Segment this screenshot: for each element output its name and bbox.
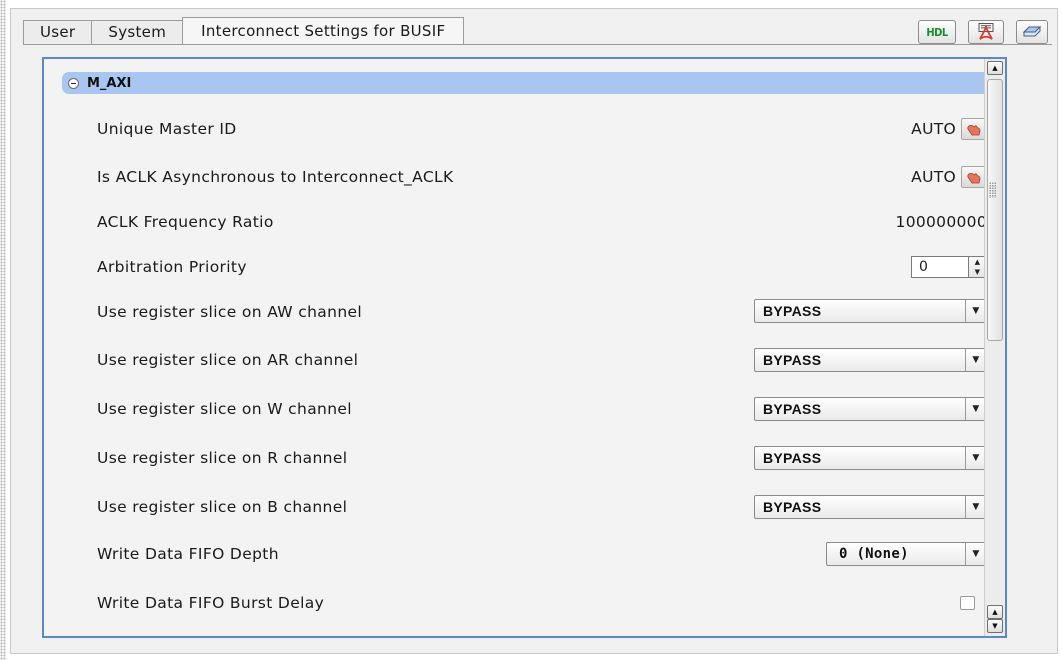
hdl-button[interactable]: HDL: [918, 20, 956, 44]
param-value-ar-register-slice: BYPASS ▼: [754, 348, 987, 372]
layout-icon: [1022, 25, 1042, 37]
param-label-b-register-slice: Use register slice on B channel: [97, 498, 348, 516]
param-value-unique-master-id: AUTO: [911, 118, 987, 140]
scroll-up-icon[interactable]: ▲: [987, 605, 1003, 619]
param-value-aw-register-slice: BYPASS ▼: [754, 299, 987, 323]
scroll-up-icon[interactable]: ▲: [987, 61, 1003, 75]
select-value: BYPASS: [763, 450, 822, 466]
param-value-r-register-slice: BYPASS ▼: [754, 446, 987, 470]
param-label-ar-register-slice: Use register slice on AR channel: [97, 351, 359, 369]
param-value-w-register-slice: BYPASS ▼: [754, 397, 987, 421]
parameters-panel: M_AXI Unique Master ID AUTO Is ACLK Asyn…: [42, 57, 1007, 638]
auto-value: AUTO: [911, 120, 956, 138]
select-value: BYPASS: [763, 303, 822, 319]
param-label-unique-master-id: Unique Master ID: [97, 120, 237, 138]
tab-system[interactable]: System: [91, 20, 184, 44]
pdf-icon: [978, 23, 994, 40]
select-value: BYPASS: [763, 352, 822, 368]
r-register-slice-select[interactable]: BYPASS ▼: [754, 446, 987, 470]
ar-register-slice-select[interactable]: BYPASS ▼: [754, 348, 987, 372]
select-value: BYPASS: [763, 401, 822, 417]
hand-pointer-icon: [967, 172, 981, 184]
param-label-aclk-frequency-ratio: ACLK Frequency Ratio: [97, 213, 274, 231]
param-label-r-register-slice: Use register slice on R channel: [97, 449, 348, 467]
param-value-b-register-slice: BYPASS ▼: [754, 495, 987, 519]
w-register-slice-select[interactable]: BYPASS ▼: [754, 397, 987, 421]
chevron-down-icon[interactable]: ▼: [965, 349, 986, 371]
chevron-down-icon[interactable]: ▼: [965, 543, 986, 565]
param-value-aclk-async: AUTO: [911, 166, 987, 188]
param-value-aclk-frequency-ratio: 100000000: [895, 213, 987, 231]
collapse-icon[interactable]: [68, 77, 79, 89]
param-label-arbitration-priority: Arbitration Priority: [97, 258, 247, 276]
group-title: M_AXI: [87, 75, 132, 91]
chevron-down-icon[interactable]: ▼: [965, 447, 986, 469]
param-label-w-register-slice: Use register slice on W channel: [97, 400, 352, 418]
param-label-aw-register-slice: Use register slice on AW channel: [97, 303, 363, 321]
window-edge-grip: [0, 0, 6, 660]
auto-value: AUTO: [911, 168, 956, 186]
chevron-down-icon[interactable]: ▼: [965, 398, 986, 420]
hdl-button-label: HDL: [926, 25, 948, 39]
burst-delay-checkbox[interactable]: [960, 596, 975, 610]
layout-toggle-button[interactable]: [1016, 20, 1048, 44]
select-value: 0 (None): [839, 546, 909, 562]
group-header-m-axi[interactable]: M_AXI: [62, 72, 991, 94]
scroll-down-icon[interactable]: ▼: [987, 619, 1003, 633]
chevron-down-icon[interactable]: ▼: [965, 300, 986, 322]
b-register-slice-select[interactable]: BYPASS ▼: [754, 495, 987, 519]
select-value: BYPASS: [763, 499, 822, 515]
scrollbar-thumb[interactable]: [987, 79, 1003, 341]
param-value-write-data-fifo-depth: 0 (None) ▼: [826, 542, 987, 566]
pdf-datasheet-button[interactable]: [968, 20, 1004, 44]
tab-bar: User System Interconnect Settings for BU…: [23, 16, 465, 45]
tab-user[interactable]: User: [23, 20, 93, 44]
param-label-write-data-fifo-burst-delay: Write Data FIFO Burst Delay: [97, 594, 325, 612]
param-label-aclk-async: Is ACLK Asynchronous to Interconnect_ACL…: [97, 168, 454, 186]
write-data-fifo-depth-select[interactable]: 0 (None) ▼: [826, 542, 987, 566]
chevron-down-icon[interactable]: ▼: [965, 496, 986, 518]
vertical-scrollbar[interactable]: ▲ ▲ ▼: [984, 59, 1005, 636]
arbitration-priority-spinner[interactable]: 0 ▲ ▼: [911, 256, 987, 278]
tab-divider: [23, 44, 1052, 45]
tab-interconnect-settings[interactable]: Interconnect Settings for BUSIF: [182, 17, 465, 45]
param-value-arbitration-priority: 0 ▲ ▼: [911, 256, 987, 278]
aw-register-slice-select[interactable]: BYPASS ▼: [754, 299, 987, 323]
hand-pointer-icon: [967, 124, 981, 136]
param-label-write-data-fifo-depth: Write Data FIFO Depth: [97, 545, 279, 563]
param-value-write-data-fifo-burst-delay: [960, 596, 987, 610]
spinner-value: 0: [919, 259, 929, 275]
scrollbar-grip: [989, 182, 996, 198]
